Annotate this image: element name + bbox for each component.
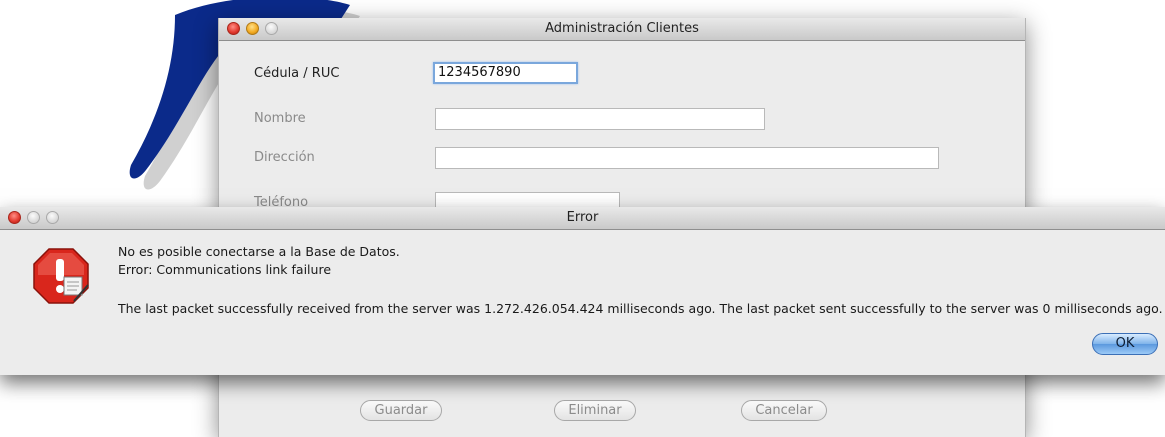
cedula-input[interactable]: 1234567890 <box>433 62 578 84</box>
error-stop-sign-icon <box>33 248 89 304</box>
close-dialog-button[interactable] <box>8 211 21 224</box>
error-dialog: Error No es posible conectarse a la Base… <box>0 207 1165 375</box>
minimize-window-button[interactable] <box>246 22 259 35</box>
ok-button[interactable]: OK <box>1092 333 1158 355</box>
error-message-line3: The last packet successfully received fr… <box>118 301 1163 316</box>
zoom-window-button[interactable] <box>265 22 278 35</box>
dialog-title: Error <box>566 210 599 225</box>
direccion-label: Dirección <box>254 150 315 165</box>
delete-button[interactable]: Eliminar <box>554 400 636 421</box>
nombre-label: Nombre <box>254 111 306 126</box>
window-title: Administración Clientes <box>545 21 699 36</box>
nombre-input[interactable] <box>435 108 765 130</box>
direccion-input[interactable] <box>435 147 939 169</box>
save-button[interactable]: Guardar <box>360 400 442 421</box>
error-message-line1: No es posible conectarse a la Base de Da… <box>118 244 400 259</box>
error-titlebar[interactable]: Error <box>0 207 1165 230</box>
error-message-line2: Error: Communications link failure <box>118 262 332 277</box>
minimize-dialog-button[interactable] <box>27 211 40 224</box>
close-window-button[interactable] <box>227 22 240 35</box>
cancel-button[interactable]: Cancelar <box>741 400 827 421</box>
cedula-label: Cédula / RUC <box>254 66 340 81</box>
clientes-titlebar[interactable]: Administración Clientes <box>219 18 1025 41</box>
zoom-dialog-button[interactable] <box>46 211 59 224</box>
